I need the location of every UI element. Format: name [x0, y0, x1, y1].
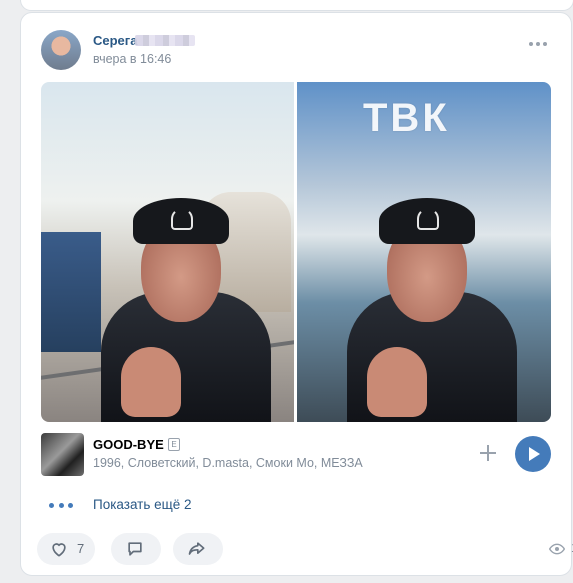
track-title[interactable]: GOOD-BYE	[93, 437, 164, 452]
previous-post-edge	[20, 0, 573, 11]
comment-icon	[128, 542, 142, 556]
post-card: Серега вчера в 16:46 ТВК GOOD-BYE E 1996…	[20, 12, 573, 576]
share-button[interactable]	[173, 533, 223, 565]
play-icon[interactable]	[515, 436, 551, 472]
tvk-watermark: ТВК	[363, 96, 450, 140]
album-cover[interactable]	[41, 433, 84, 476]
post-time[interactable]: вчера в 16:46	[93, 52, 171, 66]
audio-attachment[interactable]: GOOD-BYE E 1996, Словетский, D.masta, См…	[41, 432, 553, 476]
eye-icon	[549, 543, 565, 555]
track-artists[interactable]: 1996, Словетский, D.masta, Смоки Мо, МЕЗ…	[93, 456, 363, 470]
dots-icon	[49, 503, 73, 509]
author-name-blurred	[135, 35, 195, 46]
share-icon	[188, 542, 205, 555]
author-name[interactable]: Серега	[93, 33, 137, 48]
author-avatar[interactable]	[41, 30, 81, 70]
show-more-label: Показать ещё 2	[93, 497, 192, 512]
more-horizontal-icon[interactable]	[529, 41, 547, 47]
explicit-badge: E	[168, 438, 180, 451]
photo-person	[327, 192, 537, 422]
comment-button[interactable]	[111, 533, 161, 565]
heart-icon	[52, 543, 66, 557]
photo-person	[81, 192, 291, 422]
like-button[interactable]: 7	[37, 533, 95, 565]
plus-icon[interactable]	[478, 443, 498, 463]
like-count: 7	[77, 541, 85, 556]
post-photo-right[interactable]: ТВК	[297, 82, 551, 422]
post-photo-left[interactable]	[41, 82, 294, 422]
